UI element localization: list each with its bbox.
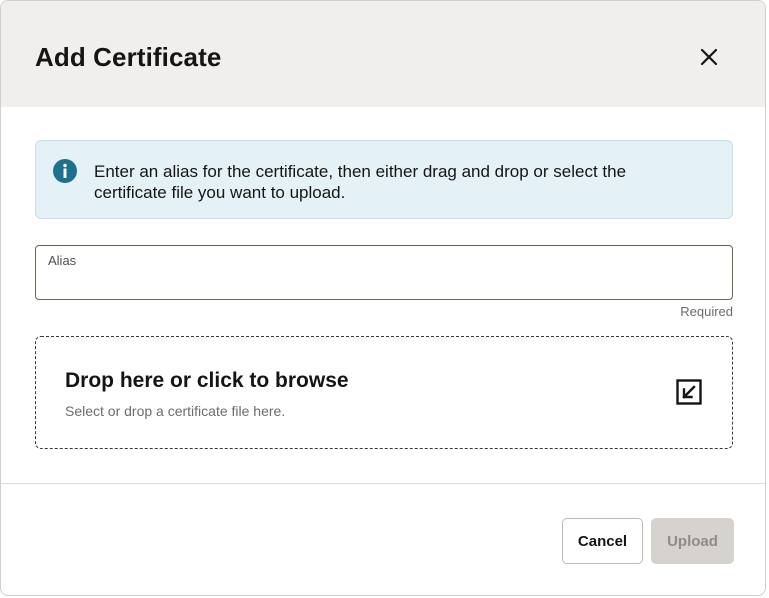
upload-button[interactable]: Upload	[651, 518, 734, 564]
info-banner: Enter an alias for the certificate, then…	[35, 140, 733, 219]
footer-divider	[1, 483, 765, 484]
dropzone-subtitle: Select or drop a certificate file here.	[65, 403, 286, 419]
alias-field[interactable]: Alias	[35, 245, 733, 300]
alias-label: Alias	[48, 253, 77, 268]
dialog-header: Add Certificate	[1, 1, 765, 107]
add-certificate-dialog: Add Certificate Enter an alias for the c…	[0, 0, 766, 596]
dialog-body: Enter an alias for the certificate, then…	[1, 107, 765, 483]
dialog-title: Add Certificate	[35, 42, 222, 72]
close-button[interactable]	[691, 39, 727, 75]
dropzone-title: Drop here or click to browse	[65, 369, 349, 392]
upload-arrow-icon	[676, 379, 702, 405]
info-message: Enter an alias for the certificate, then…	[94, 162, 627, 202]
cancel-button[interactable]: Cancel	[562, 518, 643, 564]
info-icon	[53, 159, 77, 183]
required-helper-text: Required	[680, 304, 733, 319]
alias-input[interactable]	[47, 272, 719, 294]
file-dropzone[interactable]: Drop here or click to browse Select or d…	[35, 336, 733, 449]
close-icon	[700, 48, 718, 66]
